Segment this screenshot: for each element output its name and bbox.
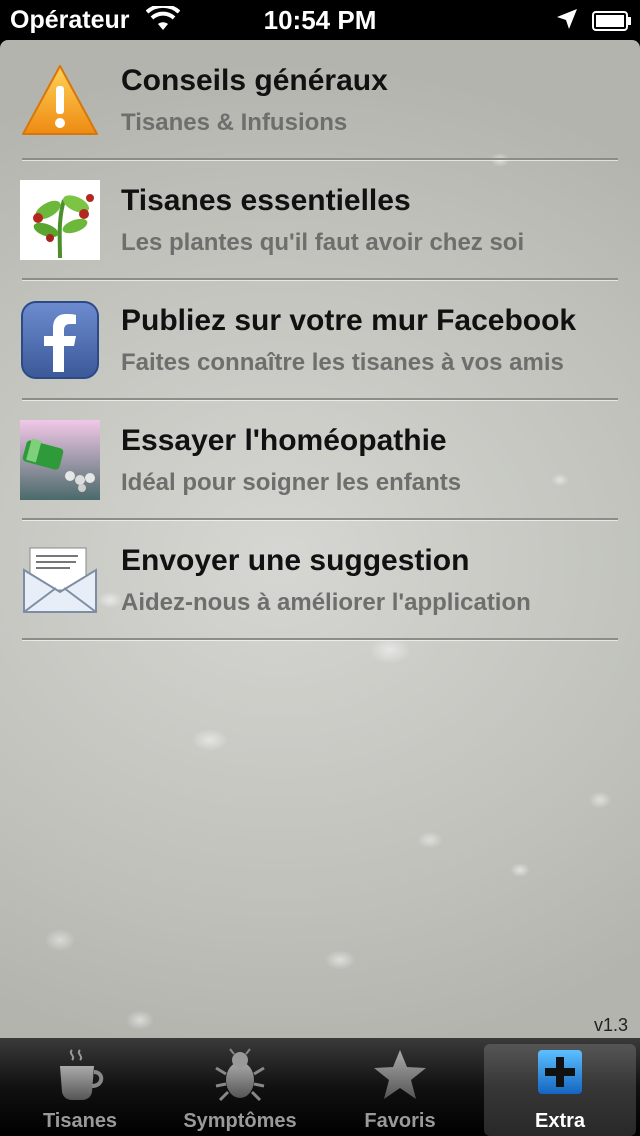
warning-icon bbox=[20, 60, 100, 140]
version-label: v1.3 bbox=[593, 1015, 628, 1035]
plant-icon bbox=[20, 180, 100, 260]
facebook-icon bbox=[20, 300, 100, 380]
menu-item-title: Essayer l'homéopathie bbox=[121, 424, 447, 457]
status-bar: Opérateur 10:54 PM bbox=[0, 0, 640, 40]
menu-item-conseils[interactable]: Conseils généraux Tisanes & Infusions bbox=[0, 40, 640, 160]
location-arrow-icon bbox=[556, 8, 578, 37]
menu-item-title: Tisanes essentielles bbox=[121, 184, 411, 217]
tab-favoris[interactable]: Favoris bbox=[320, 1038, 480, 1136]
tab-label: Symptômes bbox=[183, 1110, 297, 1132]
teacup-icon bbox=[50, 1048, 110, 1102]
menu-list: Conseils généraux Tisanes & Infusions Ti… bbox=[0, 40, 640, 640]
menu-item-homeopathie[interactable]: Essayer l'homéopathie Idéal pour soigner… bbox=[0, 400, 640, 520]
homeopathy-icon bbox=[20, 420, 100, 500]
menu-item-subtitle: Aidez-nous à améliorer l'application bbox=[121, 589, 531, 616]
extra-screen: Conseils généraux Tisanes & Infusions Ti… bbox=[0, 40, 640, 1038]
menu-item-title: Envoyer une suggestion bbox=[121, 544, 470, 577]
battery-icon bbox=[592, 9, 631, 31]
plus-icon bbox=[530, 1048, 590, 1102]
menu-item-suggestion[interactable]: Envoyer une suggestion Aidez-nous à amél… bbox=[0, 520, 640, 640]
envelope-icon bbox=[20, 540, 100, 620]
tab-label: Extra bbox=[534, 1110, 586, 1132]
menu-item-title: Publiez sur votre mur Facebook bbox=[121, 304, 577, 337]
tab-bar: Tisanes Symptômes Favoris Extra bbox=[0, 1038, 640, 1136]
tab-tisanes[interactable]: Tisanes bbox=[0, 1038, 160, 1136]
menu-item-subtitle: Faites connaître les tisanes à vos amis bbox=[121, 349, 564, 376]
tab-label: Favoris bbox=[364, 1110, 436, 1132]
bug-icon bbox=[210, 1048, 270, 1102]
clock: 10:54 PM bbox=[263, 5, 377, 35]
menu-item-subtitle: Idéal pour soigner les enfants bbox=[121, 469, 462, 496]
tab-extra[interactable]: Extra bbox=[480, 1038, 640, 1136]
menu-item-facebook[interactable]: Publiez sur votre mur Facebook Faites co… bbox=[0, 280, 640, 400]
menu-item-subtitle: Les plantes qu'il faut avoir chez soi bbox=[121, 229, 525, 256]
tab-symptomes[interactable]: Symptômes bbox=[160, 1038, 320, 1136]
menu-item-tisanes[interactable]: Tisanes essentielles Les plantes qu'il f… bbox=[0, 160, 640, 280]
divider bbox=[22, 638, 618, 640]
menu-item-subtitle: Tisanes & Infusions bbox=[121, 109, 348, 136]
menu-item-title: Conseils généraux bbox=[121, 64, 388, 97]
star-icon bbox=[370, 1048, 430, 1102]
tab-label: Tisanes bbox=[42, 1110, 118, 1132]
